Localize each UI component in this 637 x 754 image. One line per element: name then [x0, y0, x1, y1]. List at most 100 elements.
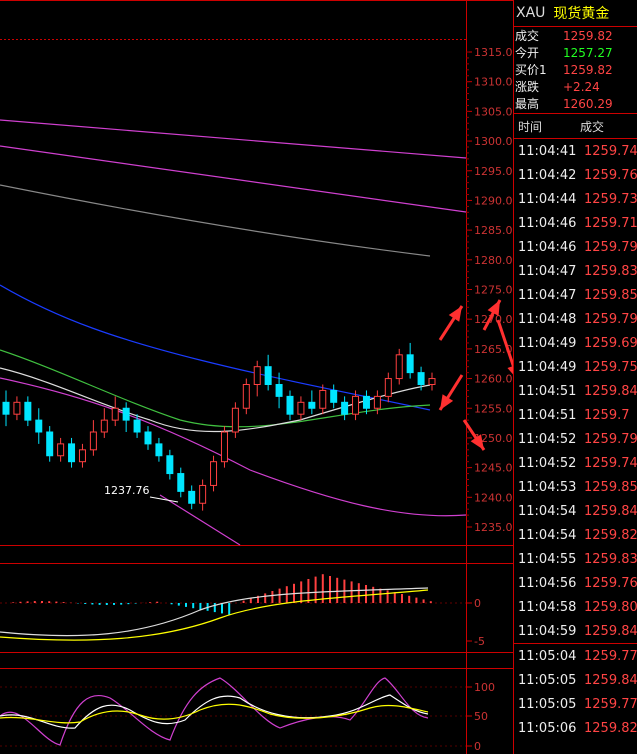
candle-body — [362, 395, 370, 409]
trade-row[interactable]: 11:04:54 1259.84 — [514, 499, 637, 523]
trade-row[interactable]: 11:04:44 1259.73 — [514, 187, 637, 211]
trade-time: 11:04:41 — [518, 143, 577, 159]
candle-body — [89, 431, 97, 451]
trade-time: 11:04:58 — [518, 599, 577, 615]
trade-time: 11:05:06 — [518, 720, 577, 736]
price-tick-label: 1295.0 — [474, 165, 513, 178]
candle-body — [341, 401, 349, 415]
trade-row[interactable]: 11:04:59 1259.84 — [514, 619, 637, 643]
trade-row[interactable]: 11:04:48 1259.79 — [514, 307, 637, 331]
quote-rows: 成交 1259.82 今开 1257.27 买价1 1259.82 涨跌 +2.24 最高 126… — [514, 27, 637, 112]
candle-body — [122, 407, 130, 421]
trade-price: 1259.83 — [584, 263, 637, 279]
candle-body — [177, 473, 185, 492]
trade-time: 11:04:42 — [518, 167, 577, 183]
trade-time: 11:04:46 — [518, 239, 577, 255]
trade-time: 11:04:48 — [518, 311, 577, 327]
quote-value: +2.24 — [563, 79, 600, 94]
candle-body — [417, 372, 425, 385]
trade-price: 1259.77 — [584, 696, 637, 712]
trade-row[interactable]: 11:04:46 1259.71 — [514, 211, 637, 235]
candle-body — [406, 354, 414, 374]
trade-row[interactable]: 11:04:56 1259.76 — [514, 571, 637, 595]
trade-row[interactable]: 11:04:52 1259.74 — [514, 451, 637, 475]
candle-body — [264, 366, 272, 385]
trade-price: 1259.74 — [584, 143, 637, 159]
candle-body — [78, 449, 86, 463]
price-tick-label: 1280.0 — [474, 254, 513, 267]
candle-body — [275, 384, 283, 397]
price-tick-label: 1310.0 — [474, 76, 513, 89]
quote-row: 买价1 1259.82 — [514, 61, 637, 78]
trade-row[interactable]: 11:04:41 1259.74 — [514, 139, 637, 163]
candle-body — [35, 419, 43, 433]
trade-list[interactable]: 11:04:41 1259.74 11:04:42 1259.76 11:04:44 12… — [514, 139, 637, 643]
price-tick-label: 1240.0 — [474, 491, 513, 504]
candle-body — [395, 354, 403, 380]
price-tick-label: 1300.0 — [474, 135, 513, 148]
quote-value: 1260.29 — [563, 96, 613, 111]
trade-row[interactable]: 11:04:52 1259.79 — [514, 427, 637, 451]
trade-price: 1259.82 — [584, 720, 637, 736]
price-tick-label: 1290.0 — [474, 194, 513, 207]
trade-row[interactable]: 11:04:54 1259.82 — [514, 523, 637, 547]
price-tick-label: 1260.0 — [474, 373, 513, 386]
trade-price: 1259.84 — [584, 672, 637, 688]
price-tick-label: 1315.0 — [474, 46, 513, 59]
trade-time: 11:04:59 — [518, 623, 577, 639]
trade-time: 11:04:51 — [518, 407, 577, 423]
trade-row[interactable]: 11:04:51 1259.84 — [514, 379, 637, 403]
kdj-tick-label: 0 — [474, 740, 481, 753]
trade-price: 1259.82 — [584, 527, 637, 543]
trade-row[interactable]: 11:04:47 1259.85 — [514, 283, 637, 307]
trade-row[interactable]: 11:04:51 1259.7 — [514, 403, 637, 427]
trade-price: 1259.75 — [584, 359, 637, 375]
candle-body — [57, 443, 65, 457]
candle-body — [68, 443, 76, 463]
trade-price: 1259.85 — [584, 287, 637, 303]
candle-body — [2, 401, 10, 415]
trade-time: 11:04:51 — [518, 383, 577, 399]
trade-row[interactable]: 11:04:55 1259.83 — [514, 547, 637, 571]
trade-price: 1259.69 — [584, 335, 637, 351]
candle-body — [319, 389, 327, 409]
candle-body — [231, 407, 239, 433]
candle-body — [352, 395, 360, 415]
candle-body — [144, 431, 152, 445]
quote-value: 1257.27 — [563, 45, 613, 60]
trade-row[interactable]: 11:04:46 1259.79 — [514, 235, 637, 259]
kdj-tick-label: 100 — [474, 681, 495, 694]
trade-time: 11:04:49 — [518, 335, 577, 351]
trade-row[interactable]: 11:04:47 1259.83 — [514, 259, 637, 283]
trade-price: 1259.80 — [584, 599, 637, 615]
trade-price: 1259.79 — [584, 239, 637, 255]
trade-row[interactable]: 11:04:58 1259.80 — [514, 595, 637, 619]
candle-body — [220, 431, 228, 463]
trade-row[interactable]: 11:04:49 1259.75 — [514, 355, 637, 379]
trade-row[interactable]: 11:04:49 1259.69 — [514, 331, 637, 355]
trade-row[interactable]: 11:05:05 1259.77 — [514, 692, 637, 716]
trade-price: 1259.77 — [584, 648, 637, 664]
candle-body — [166, 455, 174, 475]
quote-row: 涨跌 +2.24 — [514, 78, 637, 95]
trade-row[interactable]: 11:05:06 1259.82 — [514, 716, 637, 740]
trade-time: 11:04:54 — [518, 527, 577, 543]
trades-price-header: 成交 — [580, 119, 605, 134]
quote-label: 涨跌 — [515, 80, 540, 94]
trade-price: 1259.79 — [584, 431, 637, 447]
trade-price: 1259.79 — [584, 311, 637, 327]
candle-body — [373, 395, 381, 409]
symbol-header: XAU 现货黄金 — [514, 0, 637, 27]
macd-tick-label: -5 — [474, 635, 485, 648]
trade-price: 1259.83 — [584, 551, 637, 567]
trade-time: 11:04:46 — [518, 215, 577, 231]
trade-time: 11:04:55 — [518, 551, 577, 567]
candle-body — [286, 395, 294, 415]
trade-row[interactable]: 11:04:53 1259.85 — [514, 475, 637, 499]
trade-list-2[interactable]: 11:05:04 1259.77 11:05:05 1259.84 11:05:05 12… — [514, 644, 637, 740]
trade-row[interactable]: 11:05:04 1259.77 — [514, 644, 637, 668]
trade-time: 11:04:47 — [518, 287, 577, 303]
trade-row[interactable]: 11:05:05 1259.84 — [514, 668, 637, 692]
trade-time: 11:05:04 — [518, 648, 577, 664]
trade-row[interactable]: 11:04:42 1259.76 — [514, 163, 637, 187]
